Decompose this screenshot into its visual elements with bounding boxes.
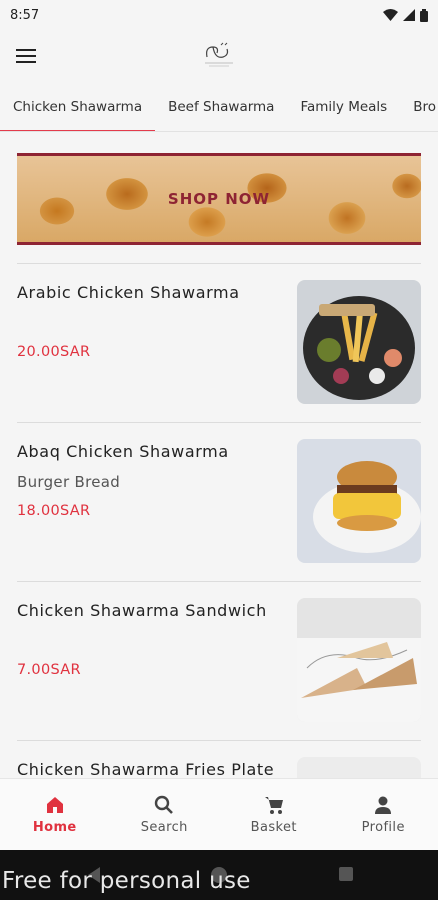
nav-search-label: Search <box>140 820 188 835</box>
nav-home[interactable]: Home <box>0 779 110 850</box>
watermark-text: Free for personal use <box>2 868 251 894</box>
banner-label: SHOP NOW <box>167 190 271 208</box>
nav-basket[interactable]: Basket <box>219 779 329 850</box>
tab-bro[interactable]: Bro <box>400 99 438 131</box>
status-icons <box>383 8 428 22</box>
nav-profile-label: Profile <box>361 820 405 835</box>
nav-profile[interactable]: Profile <box>329 779 438 850</box>
recents-icon[interactable] <box>338 866 354 882</box>
search-icon <box>155 795 174 814</box>
product-image <box>297 598 421 722</box>
status-bar: 8:57 <box>0 0 438 30</box>
product-image <box>297 757 421 778</box>
product-list: SHOP NOW Arabic Chicken Shawarma 20.00SA… <box>0 132 438 778</box>
nav-basket-label: Basket <box>250 820 297 835</box>
nav-home-label: Home <box>32 820 77 835</box>
promo-banner[interactable]: SHOP NOW <box>17 153 421 245</box>
home-icon <box>46 797 63 813</box>
wifi-icon <box>383 9 398 21</box>
tab-chicken-shawarma[interactable]: Chicken Shawarma <box>0 99 156 131</box>
product-item[interactable]: Chicken Shawarma Sandwich 7.00SAR <box>17 582 421 741</box>
signal-icon <box>403 9 415 21</box>
product-image <box>297 439 421 563</box>
brand-logo-icon <box>205 42 233 67</box>
product-price: 20.00SAR <box>17 344 91 360</box>
product-image <box>297 280 421 404</box>
status-time: 8:57 <box>10 7 40 23</box>
product-item[interactable]: Abaq Chicken Shawarma Burger Bread 18.00… <box>17 423 421 582</box>
battery-icon <box>420 8 428 22</box>
tab-beef-shawarma[interactable]: Beef Shawarma <box>155 99 287 131</box>
profile-icon <box>375 796 392 814</box>
product-name: Abaq Chicken Shawarma <box>17 442 229 461</box>
cart-icon <box>264 797 283 814</box>
product-name: Chicken Shawarma Sandwich <box>17 601 267 620</box>
product-item[interactable]: Arabic Chicken Shawarma 20.00SAR <box>17 264 421 423</box>
app-bar <box>0 30 438 82</box>
product-price: 7.00SAR <box>17 662 81 678</box>
product-item[interactable]: Chicken Shawarma Fries Plate <box>17 741 421 778</box>
bottom-navigation: Home Search Basket Profile <box>0 778 438 850</box>
tab-family-meals[interactable]: Family Meals <box>287 99 400 131</box>
product-name: Arabic Chicken Shawarma <box>17 283 240 302</box>
product-price: 18.00SAR <box>17 503 91 519</box>
category-tabs: Chicken Shawarma Beef Shawarma Family Me… <box>0 82 438 132</box>
product-name: Chicken Shawarma Fries Plate <box>17 760 275 778</box>
hamburger-menu-icon[interactable] <box>16 44 40 68</box>
product-subtitle: Burger Bread <box>17 473 121 491</box>
nav-search[interactable]: Search <box>110 779 220 850</box>
